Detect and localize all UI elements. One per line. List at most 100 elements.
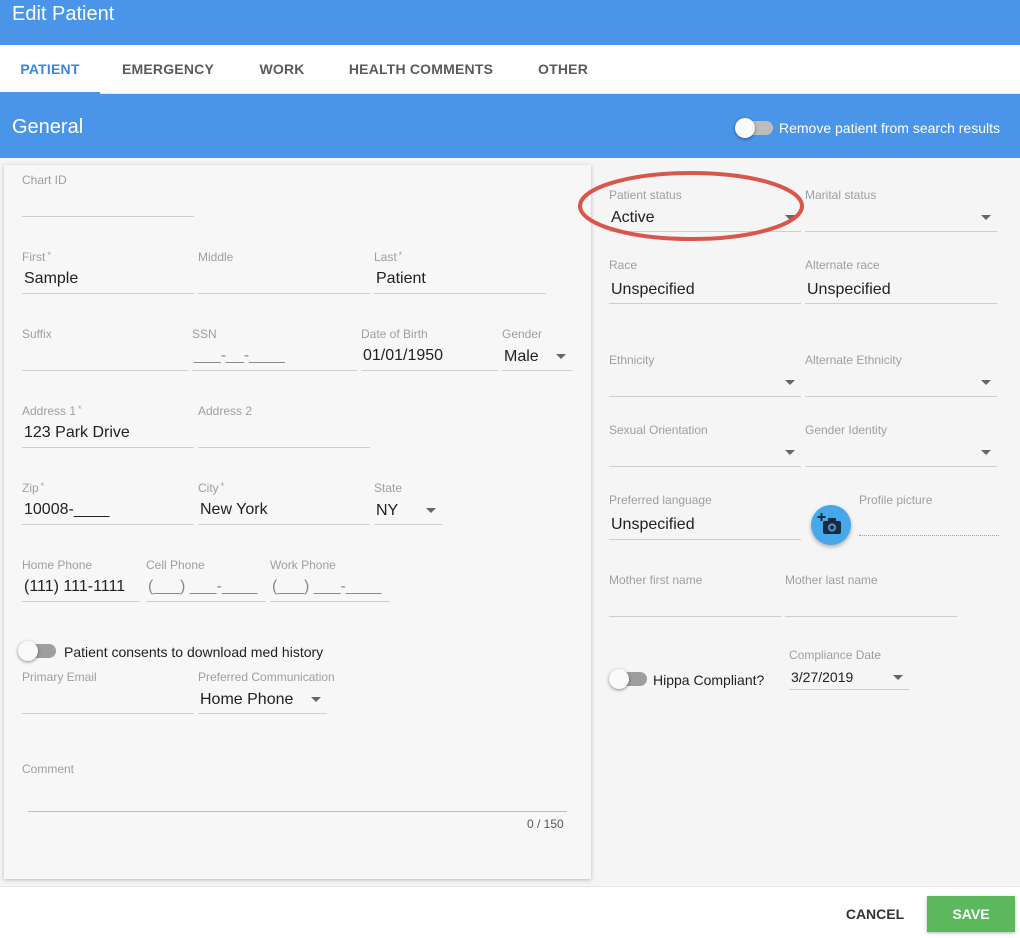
primary-email-label: Primary Email [22, 670, 97, 684]
race-label: Race [609, 258, 638, 272]
chart-id-label: Chart ID [22, 173, 67, 187]
cell-phone-field[interactable]: Cell Phone (___) ___-____ [146, 558, 266, 602]
alternate-race-value: Unspecified [807, 281, 891, 298]
tab-work[interactable]: WORK [245, 45, 319, 94]
tab-emergency[interactable]: EMERGENCY [112, 45, 224, 94]
add-photo-icon [817, 513, 841, 534]
first-name-value: Sample [24, 270, 79, 287]
caret-down-icon [785, 215, 795, 220]
comment-counter: 0 / 150 [527, 817, 564, 831]
mother-first-name-label: Mother first name [609, 573, 703, 587]
chart-id-field[interactable]: Chart ID [22, 173, 194, 217]
address1-value: 123 Park Drive [24, 424, 130, 441]
state-select[interactable]: State NY [374, 481, 442, 525]
first-name-label: First [22, 250, 46, 264]
patient-status-value: Active [611, 209, 655, 226]
compliance-date-value: 3/27/2019 [791, 669, 854, 685]
work-phone-label: Work Phone [270, 558, 336, 572]
mother-first-name-field[interactable]: Mother first name [609, 573, 781, 617]
sexual-orientation-select[interactable]: Sexual Orientation [609, 423, 801, 467]
home-phone-field[interactable]: Home Phone (111) 111-1111 [22, 558, 140, 602]
comment-label: Comment [22, 762, 75, 776]
zip-label: Zip [22, 481, 39, 495]
caret-down-icon [311, 697, 321, 702]
home-phone-value: (111) 111-1111 [24, 578, 126, 595]
remove-from-search-toggle[interactable] [735, 118, 773, 138]
alternate-ethnicity-select[interactable]: Alternate Ethnicity [805, 353, 997, 397]
suffix-field[interactable]: Suffix [22, 327, 188, 371]
dob-field[interactable]: Date of Birth 01/01/1950 [361, 327, 498, 371]
tab-other[interactable]: OTHER [525, 45, 601, 94]
gender-identity-select[interactable]: Gender Identity [805, 423, 997, 467]
compliance-date-select[interactable]: Compliance Date 3/27/2019 [789, 648, 909, 690]
address2-field[interactable]: Address 2 [198, 404, 370, 448]
section-header: General Remove patient from search resul… [0, 94, 1020, 158]
title-bar: Edit Patient [0, 0, 1020, 45]
city-field[interactable]: City * New York [198, 481, 370, 525]
ssn-label: SSN [192, 327, 217, 341]
tab-health-comments[interactable]: HEALTH COMMENTS [340, 45, 502, 94]
last-name-field[interactable]: Last * Patient [374, 250, 546, 294]
suffix-label: Suffix [22, 327, 52, 341]
race-value: Unspecified [611, 281, 695, 298]
state-label: State [374, 481, 403, 495]
gender-identity-label: Gender Identity [805, 423, 888, 437]
city-label: City [198, 481, 219, 495]
primary-email-field[interactable]: Primary Email [22, 670, 194, 714]
state-value: NY [376, 502, 399, 519]
comment-field[interactable]: Comment [22, 762, 567, 812]
zip-field[interactable]: Zip * 10008-____ [22, 481, 194, 525]
tab-patient[interactable]: PATIENT [0, 45, 100, 94]
patient-status-select[interactable]: Patient status Active [609, 188, 801, 232]
caret-down-icon [785, 450, 795, 455]
cell-phone-label: Cell Phone [146, 558, 205, 572]
dob-label: Date of Birth [361, 327, 428, 341]
marital-status-label: Marital status [805, 188, 877, 202]
sexual-orientation-label: Sexual Orientation [609, 423, 708, 437]
caret-down-icon [785, 380, 795, 385]
patient-status-label: Patient status [609, 188, 682, 202]
upload-photo-button[interactable] [811, 505, 851, 545]
preferred-language-field[interactable]: Preferred language Unspecified [609, 493, 801, 540]
ethnicity-label: Ethnicity [609, 353, 655, 367]
remove-from-search-label: Remove patient from search results [779, 120, 1000, 136]
marital-status-select[interactable]: Marital status [805, 188, 997, 232]
section-title: General [12, 116, 84, 138]
hippa-compliant-label: Hippa Compliant? [653, 672, 765, 688]
gender-select[interactable]: Gender Male [502, 327, 572, 371]
hippa-compliant-toggle[interactable] [609, 669, 647, 689]
address2-label: Address 2 [198, 404, 253, 418]
caret-down-icon [981, 380, 991, 385]
save-button[interactable]: SAVE [927, 896, 1015, 932]
preferred-communication-select[interactable]: Preferred Communication Home Phone [198, 670, 335, 714]
preferred-communication-value: Home Phone [200, 691, 294, 708]
middle-name-field[interactable]: Middle [198, 250, 370, 294]
consent-toggle[interactable] [18, 641, 56, 661]
ssn-field[interactable]: SSN ___-__-____ [192, 327, 357, 371]
profile-picture-field[interactable]: Profile picture [859, 493, 999, 537]
mother-last-name-field[interactable]: Mother last name [785, 573, 957, 617]
profile-picture-label: Profile picture [859, 493, 933, 507]
ssn-placeholder: ___-__-____ [194, 347, 285, 364]
ethnicity-select[interactable]: Ethnicity [609, 353, 801, 397]
middle-name-label: Middle [198, 250, 234, 264]
alternate-ethnicity-label: Alternate Ethnicity [805, 353, 902, 367]
alternate-race-label: Alternate race [805, 258, 880, 272]
work-phone-field[interactable]: Work Phone (___) ___-____ [270, 558, 390, 602]
tab-bar: PATIENT EMERGENCY WORK HEALTH COMMENTS O… [0, 45, 1020, 94]
address1-field[interactable]: Address 1 * 123 Park Drive [22, 404, 194, 448]
window-title: Edit Patient [12, 3, 115, 25]
alternate-race-field[interactable]: Alternate race Unspecified [805, 258, 997, 304]
dialog-footer: CANCEL SAVE [0, 886, 1020, 938]
caret-down-icon [556, 354, 566, 359]
mother-last-name-label: Mother last name [785, 573, 878, 587]
caret-down-icon [893, 675, 903, 680]
zip-value: 10008-____ [24, 501, 110, 518]
first-name-field[interactable]: First * Sample [22, 250, 194, 294]
race-field[interactable]: Race Unspecified [609, 258, 801, 304]
cell-phone-placeholder: (___) ___-____ [148, 578, 258, 595]
cancel-button[interactable]: CANCEL [836, 901, 914, 927]
compliance-date-label: Compliance Date [789, 648, 882, 662]
gender-label: Gender [502, 327, 543, 341]
work-phone-placeholder: (___) ___-____ [272, 578, 382, 595]
